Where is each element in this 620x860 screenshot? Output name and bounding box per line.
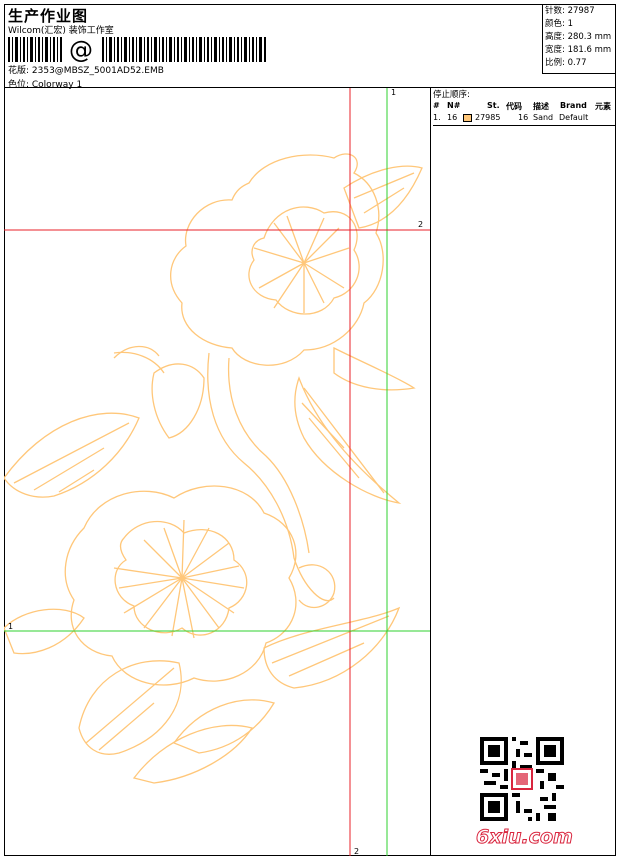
row-index: 1. <box>433 113 441 122</box>
col-header-brand: Brand <box>560 101 587 110</box>
row-code: 16 <box>518 113 529 122</box>
guide-label-green-top: 1 <box>391 88 397 97</box>
row-needle: 16 <box>447 113 458 122</box>
qr-code <box>480 737 564 821</box>
design-stats: 针数: 27987 颜色: 1 高度: 280.3 mm 宽度: 181.6 m… <box>542 4 616 74</box>
embroidery-design <box>4 153 423 784</box>
logo-main: 6xiu <box>476 826 523 849</box>
thread-color-swatch <box>463 114 472 122</box>
stop-sequence-title: 停止顺序: <box>433 90 470 100</box>
barcode: @ <box>8 37 266 62</box>
col-header-description: 描述 <box>533 102 549 111</box>
row-description: Sand <box>533 113 554 122</box>
col-header-index: # <box>433 101 440 110</box>
color-count: 颜色: 1 <box>545 19 573 29</box>
stitch-count: 针数: 27987 <box>545 6 595 16</box>
design-width: 宽度: 181.6 mm <box>545 45 612 55</box>
design-scale: 比例: 0.77 <box>545 58 587 68</box>
col-header-code: 代码 <box>506 102 522 111</box>
col-header-element: 元素 <box>595 102 611 111</box>
site-logo[interactable]: 6xiu.com <box>476 826 574 849</box>
stop-sequence-table: # N# St. 代码 描述 Brand 元素 1. 16 27985 16 S… <box>433 101 615 126</box>
pattern-file: 花版: 2353@MBSZ_5001AD52.EMB <box>8 66 164 76</box>
guide-label-green-left: 1 <box>8 622 14 631</box>
guide-label-red-right: 2 <box>418 220 424 229</box>
barcode-at-symbol: @ <box>69 37 93 62</box>
table-row: 1. 16 27985 16 Sand Default <box>433 113 615 126</box>
design-height: 高度: 280.3 mm <box>545 32 612 42</box>
row-brand: Default <box>559 113 589 122</box>
col-header-stitches: St. <box>487 101 500 110</box>
header: 生产作业图 Wilcom(汇宏) 装饰工作室 @ 花版: 2353@MBSZ_5… <box>4 4 616 90</box>
design-canvas <box>4 88 430 856</box>
guide-label-red-bottom: 2 <box>354 847 360 856</box>
studio-name: Wilcom(汇宏) 装饰工作室 <box>8 26 114 36</box>
col-header-needle: N# <box>447 101 461 110</box>
table-header: # N# St. 代码 描述 Brand 元素 <box>433 101 615 113</box>
logo-tail: .com <box>521 826 573 849</box>
row-stitches: 27985 <box>475 113 501 122</box>
